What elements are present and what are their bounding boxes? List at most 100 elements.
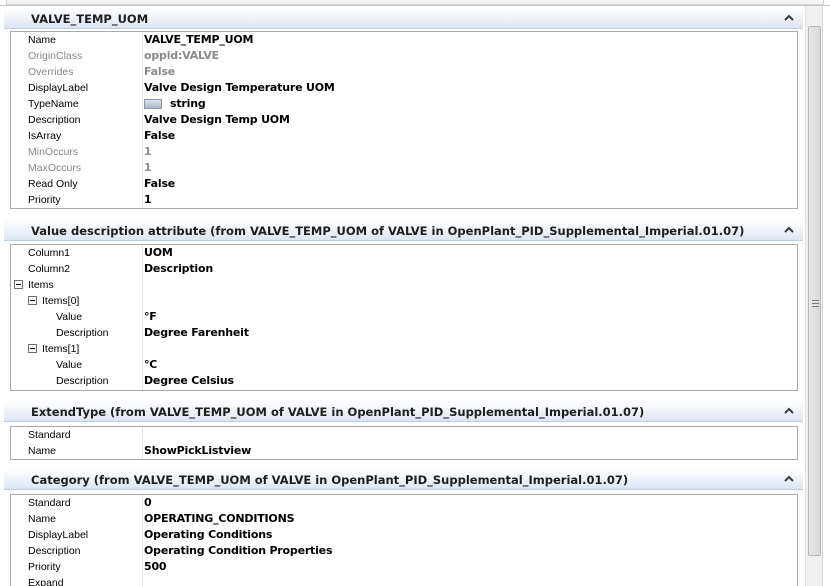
property-row[interactable]: Name VALVE_TEMP_UOM xyxy=(11,32,797,48)
property-value[interactable]: 1 xyxy=(144,161,152,174)
property-value[interactable]: OPERATING_CONDITIONS xyxy=(144,512,295,525)
section-header-category[interactable]: Category (from VALVE_TEMP_UOM of VALVE i… xyxy=(4,469,803,490)
property-row[interactable]: Overrides False xyxy=(11,64,797,80)
chevron-up-icon[interactable] xyxy=(783,12,795,24)
property-label: Priority xyxy=(28,561,61,573)
property-label: Items[1] xyxy=(42,343,80,355)
property-row[interactable]: TypeName string xyxy=(11,96,797,112)
property-label: Description xyxy=(28,114,81,126)
property-row[interactable]: Description Operating Condition Propertie… xyxy=(11,543,797,559)
category-grid: Standard 0 Name OPERATING_CONDITIONS Display… xyxy=(10,494,798,586)
property-row[interactable]: Description Degree Celsius xyxy=(11,373,797,389)
property-label: IsArray xyxy=(28,130,62,142)
property-value[interactable]: Valve Design Temp UOM xyxy=(144,113,290,126)
properties-grid: Name VALVE_TEMP_UOM OriginClass oppid:VALVE… xyxy=(10,31,798,209)
property-value[interactable]: 1 xyxy=(144,193,152,206)
property-label: Priority xyxy=(28,194,61,206)
property-value[interactable]: Degree Farenheit xyxy=(144,326,249,339)
property-value[interactable]: 500 xyxy=(144,560,167,573)
property-label: TypeName xyxy=(28,98,79,110)
property-value[interactable]: Operating Conditions xyxy=(144,528,272,541)
property-value[interactable]: 0 xyxy=(144,496,152,509)
vertical-scrollbar[interactable] xyxy=(805,6,822,586)
chevron-up-icon[interactable] xyxy=(783,473,795,485)
section-title: Category (from VALVE_TEMP_UOM of VALVE i… xyxy=(31,473,629,487)
property-label: Read Only xyxy=(28,178,78,190)
property-label: MinOccurs xyxy=(28,146,79,158)
property-label: Standard xyxy=(28,429,71,441)
property-row[interactable]: Standard 0 xyxy=(11,495,797,511)
grip-icon xyxy=(812,300,819,307)
property-value[interactable]: Description xyxy=(144,262,213,275)
section-title: Value description attribute (from VALVE_… xyxy=(31,224,745,238)
scrollbar-thumb[interactable] xyxy=(808,26,821,556)
property-label: Expand xyxy=(28,577,64,586)
property-row[interactable]: Name ShowPickListview xyxy=(11,443,797,459)
property-value[interactable]: °C xyxy=(144,358,157,371)
property-row[interactable]: Column1 UOM xyxy=(11,245,797,261)
property-row[interactable]: Description Degree Farenheit xyxy=(11,325,797,341)
property-row[interactable]: Priority 1 xyxy=(11,192,797,208)
property-label: Items xyxy=(28,279,54,291)
property-value[interactable]: oppid:VALVE xyxy=(144,49,219,62)
property-row[interactable]: Value °F xyxy=(11,309,797,325)
property-row[interactable]: Items[1] xyxy=(11,341,797,357)
section-title: VALVE_TEMP_UOM xyxy=(31,12,149,26)
property-label: Description xyxy=(28,545,81,557)
property-value[interactable]: °F xyxy=(144,310,157,323)
property-value[interactable]: string xyxy=(170,97,206,110)
property-row[interactable]: Expand xyxy=(11,575,797,586)
property-label: Name xyxy=(28,513,57,525)
property-value[interactable]: False xyxy=(144,129,175,142)
property-row[interactable]: MinOccurs 1 xyxy=(11,144,797,160)
property-value[interactable]: VALVE_TEMP_UOM xyxy=(144,33,253,46)
property-row[interactable]: Read Only False xyxy=(11,176,797,192)
property-label: Column2 xyxy=(28,263,71,275)
property-row[interactable]: OriginClass oppid:VALVE xyxy=(11,48,797,64)
property-value[interactable]: 1 xyxy=(144,145,152,158)
property-label: Items[0] xyxy=(42,295,80,307)
value-description-grid: Column1 UOM Column2 Description Items Items[0… xyxy=(10,244,798,391)
property-value[interactable]: False xyxy=(144,65,175,78)
property-row[interactable]: Priority 500 xyxy=(11,559,797,575)
property-row[interactable]: Name OPERATING_CONDITIONS xyxy=(11,511,797,527)
section-title: ExtendType (from VALVE_TEMP_UOM of VALVE… xyxy=(31,405,645,419)
minus-box-icon[interactable] xyxy=(14,280,23,289)
property-row[interactable]: IsArray False xyxy=(11,128,797,144)
chevron-up-icon[interactable] xyxy=(783,224,795,236)
property-row[interactable]: Standard xyxy=(11,427,797,443)
property-label: Value xyxy=(56,359,83,371)
property-label: MaxOccurs xyxy=(28,162,82,174)
property-label: Value xyxy=(56,311,83,323)
section-header-extend-type[interactable]: ExtendType (from VALVE_TEMP_UOM of VALVE… xyxy=(4,401,803,422)
property-row[interactable]: Items xyxy=(11,277,797,293)
property-label: DisplayLabel xyxy=(28,82,89,94)
minus-box-icon[interactable] xyxy=(28,296,37,305)
property-label: Overrides xyxy=(28,66,74,78)
property-row[interactable]: Description Valve Design Temp UOM xyxy=(11,112,797,128)
property-label: OriginClass xyxy=(28,50,83,62)
property-row[interactable]: Value °C xyxy=(11,357,797,373)
property-value[interactable]: UOM xyxy=(144,246,173,259)
property-row[interactable]: DisplayLabel Valve Design Temperature UOM xyxy=(11,80,797,96)
window-edge xyxy=(822,6,830,586)
property-row[interactable]: Items[0] xyxy=(11,293,797,309)
property-grid-panel: VALVE_TEMP_UOM Name VALVE_TEMP_UOM OriginC… xyxy=(0,6,804,586)
section-header-properties[interactable]: VALVE_TEMP_UOM xyxy=(4,8,803,29)
property-label: Standard xyxy=(28,497,71,509)
section-header-value-description[interactable]: Value description attribute (from VALVE_… xyxy=(4,220,803,241)
chevron-up-icon[interactable] xyxy=(783,405,795,417)
minus-box-icon[interactable] xyxy=(28,344,37,353)
property-row[interactable]: Column2 Description xyxy=(11,261,797,277)
property-row[interactable]: MaxOccurs 1 xyxy=(11,160,797,176)
property-row[interactable]: DisplayLabel Operating Conditions xyxy=(11,527,797,543)
extend-type-grid: Standard Name ShowPickListview xyxy=(10,426,798,460)
property-value[interactable]: Operating Condition Properties xyxy=(144,544,332,557)
property-label: Name xyxy=(28,445,57,457)
property-value[interactable]: False xyxy=(144,177,175,190)
string-type-icon xyxy=(144,99,162,109)
property-value[interactable]: Valve Design Temperature UOM xyxy=(144,81,335,94)
property-label: Description xyxy=(56,327,109,339)
property-value[interactable]: Degree Celsius xyxy=(144,374,234,387)
property-value[interactable]: ShowPickListview xyxy=(144,444,251,457)
